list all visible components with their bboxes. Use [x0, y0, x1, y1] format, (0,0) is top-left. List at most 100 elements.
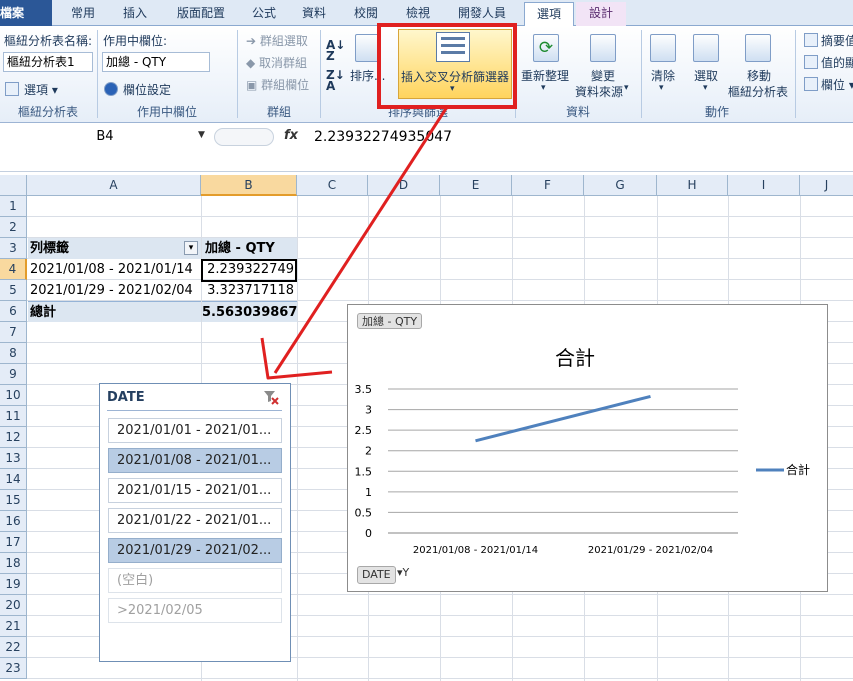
y-tick-label: 0.5 — [355, 506, 373, 519]
group-label-active-field: 作用中欄位 — [136, 105, 197, 119]
tab-file[interactable]: 檔案 — [0, 0, 52, 26]
row-header-14[interactable]: 14 — [0, 469, 27, 490]
row-header-10[interactable]: 10 — [0, 385, 27, 406]
pivot-name-input[interactable]: 樞紐分析表1 — [3, 52, 93, 72]
column-header-d[interactable]: D — [368, 175, 440, 196]
group-label-group: 群組 — [266, 105, 291, 119]
pivot-row-labels-header[interactable]: 列標籤 — [28, 238, 201, 259]
tab-formulas[interactable]: 公式 — [241, 2, 287, 26]
pivot-options-icon — [5, 82, 19, 96]
pivot-total-label[interactable]: 總計 — [28, 301, 201, 322]
field-settings-button[interactable]: 欄位設定 — [123, 81, 171, 98]
fields-items-button[interactable]: 欄位 ▾ — [821, 76, 853, 93]
pivot-options-button[interactable]: 選項 ▾ — [24, 81, 58, 98]
group-selection-button[interactable]: ➔ 群組選取 — [246, 32, 308, 49]
refresh-icon: ⟳ — [533, 34, 559, 62]
row-header-12[interactable]: 12 — [0, 427, 27, 448]
tab-page-layout[interactable]: 版面配置 — [163, 2, 239, 26]
formula-input[interactable]: 2.23932274935047 — [314, 129, 452, 145]
pivot-row-value[interactable]: 3.323717118 — [202, 280, 297, 301]
slicer-item[interactable]: 2021/01/01 - 2021/01... — [108, 418, 282, 443]
row-header-17[interactable]: 17 — [0, 532, 27, 553]
select-button[interactable]: 選取 — [694, 67, 718, 84]
row-header-9[interactable]: 9 — [0, 364, 27, 385]
column-header-c[interactable]: C — [297, 175, 368, 196]
slicer-item[interactable]: (空白) — [108, 568, 282, 593]
y-tick-label: 2.5 — [355, 424, 373, 437]
move-pivot-label-2[interactable]: 樞紐分析表 — [728, 83, 788, 100]
formula-bar-splitter[interactable] — [214, 128, 274, 146]
active-field-input[interactable]: 加總 - QTY — [102, 52, 210, 72]
name-box-dropdown-icon[interactable]: ▼ — [198, 130, 205, 140]
sort-az-icon[interactable]: A↓ Z — [326, 39, 345, 62]
row-header-20[interactable]: 20 — [0, 595, 27, 616]
row-header-22[interactable]: 22 — [0, 637, 27, 658]
row-header-11[interactable]: 11 — [0, 406, 27, 427]
select-all-corner[interactable] — [0, 175, 27, 196]
active-field-label: 作用中欄位: — [103, 34, 168, 48]
y-tick-label: 2 — [365, 445, 372, 458]
row-header-15[interactable]: 15 — [0, 490, 27, 511]
row-header-4[interactable]: 4 — [0, 259, 27, 280]
row-header-6[interactable]: 6 — [0, 301, 27, 322]
tab-home[interactable]: 常用 — [58, 2, 108, 26]
y-tick-label: 0 — [365, 527, 372, 540]
ungroup-button[interactable]: ◆ 取消群組 — [246, 54, 307, 71]
group-field-button[interactable]: ▣ 群組欄位 — [246, 76, 309, 93]
slicer-item[interactable]: 2021/01/15 - 2021/01... — [108, 478, 282, 503]
pivot-sum-header[interactable]: 加總 - QTY — [202, 238, 297, 259]
column-header-b[interactable]: B — [201, 175, 297, 196]
show-values-button[interactable]: 值的顯 — [821, 54, 853, 71]
slicer-item[interactable]: 2021/01/29 - 2021/02... — [108, 538, 282, 563]
tab-options[interactable]: 選項 — [524, 2, 574, 26]
row-header-21[interactable]: 21 — [0, 616, 27, 637]
column-header-e[interactable]: E — [440, 175, 512, 196]
row-header-23[interactable]: 23 — [0, 658, 27, 679]
slicer-item[interactable]: 2021/01/22 - 2021/01... — [108, 508, 282, 533]
clear-icon — [650, 34, 676, 62]
summarize-values-button[interactable]: 摘要值 — [821, 32, 853, 49]
legend-label: 合計 — [786, 462, 810, 477]
row-header-16[interactable]: 16 — [0, 511, 27, 532]
chart-plot: 合計 0 0.5 1 1.5 2 2.5 3 3.5 2021/01/08 - 2021/01/1… — [355, 346, 811, 556]
row-header-7[interactable]: 7 — [0, 322, 27, 343]
y-tick-label: 3 — [365, 404, 372, 417]
show-values-icon — [804, 55, 818, 69]
column-header-f[interactable]: F — [512, 175, 584, 196]
change-source-label-2[interactable]: 資料來源 — [575, 83, 623, 100]
row-header-2[interactable]: 2 — [0, 217, 27, 238]
row-header-19[interactable]: 19 — [0, 574, 27, 595]
row-header-3[interactable]: 3 — [0, 238, 27, 259]
insert-function-icon[interactable]: fx — [284, 128, 298, 143]
row-header-18[interactable]: 18 — [0, 553, 27, 574]
pivot-row-label[interactable]: 2021/01/29 - 2021/02/04 — [28, 280, 201, 301]
filter-dropdown-icon[interactable]: ▾ — [184, 241, 198, 255]
column-header-h[interactable]: H — [657, 175, 728, 196]
slicer-item[interactable]: >2021/02/05 — [108, 598, 282, 623]
change-source-label-1[interactable]: 變更 — [591, 67, 615, 84]
pivot-row-label[interactable]: 2021/01/08 - 2021/01/14 — [28, 259, 201, 280]
tab-design[interactable]: 設計 — [576, 2, 626, 26]
summarize-values-icon — [804, 33, 818, 47]
pivot-total-value[interactable]: 5.563039867 — [202, 301, 297, 322]
row-header-5[interactable]: 5 — [0, 280, 27, 301]
column-header-a[interactable]: A — [27, 175, 201, 196]
move-pivot-label-1[interactable]: 移動 — [747, 67, 771, 84]
clear-button[interactable]: 清除 — [651, 67, 675, 84]
tab-data[interactable]: 資料 — [290, 2, 338, 26]
chevron-down-icon: ▾ — [703, 83, 708, 93]
clear-filter-icon[interactable] — [263, 389, 279, 405]
column-header-g[interactable]: G — [584, 175, 657, 196]
group-label-actions: 動作 — [704, 105, 729, 119]
name-box[interactable]: B4 — [0, 126, 210, 148]
row-header-13[interactable]: 13 — [0, 448, 27, 469]
sort-za-icon[interactable]: Z↓ A — [326, 69, 345, 92]
row-header-8[interactable]: 8 — [0, 343, 27, 364]
refresh-button[interactable]: 重新整理 — [521, 67, 569, 84]
slicer-item[interactable]: 2021/01/08 - 2021/01... — [108, 448, 282, 473]
row-header-1[interactable]: 1 — [0, 196, 27, 217]
column-header-j[interactable]: J — [800, 175, 853, 196]
slicer-divider — [107, 410, 282, 411]
column-header-i[interactable]: I — [728, 175, 800, 196]
tab-insert[interactable]: 插入 — [110, 2, 160, 26]
